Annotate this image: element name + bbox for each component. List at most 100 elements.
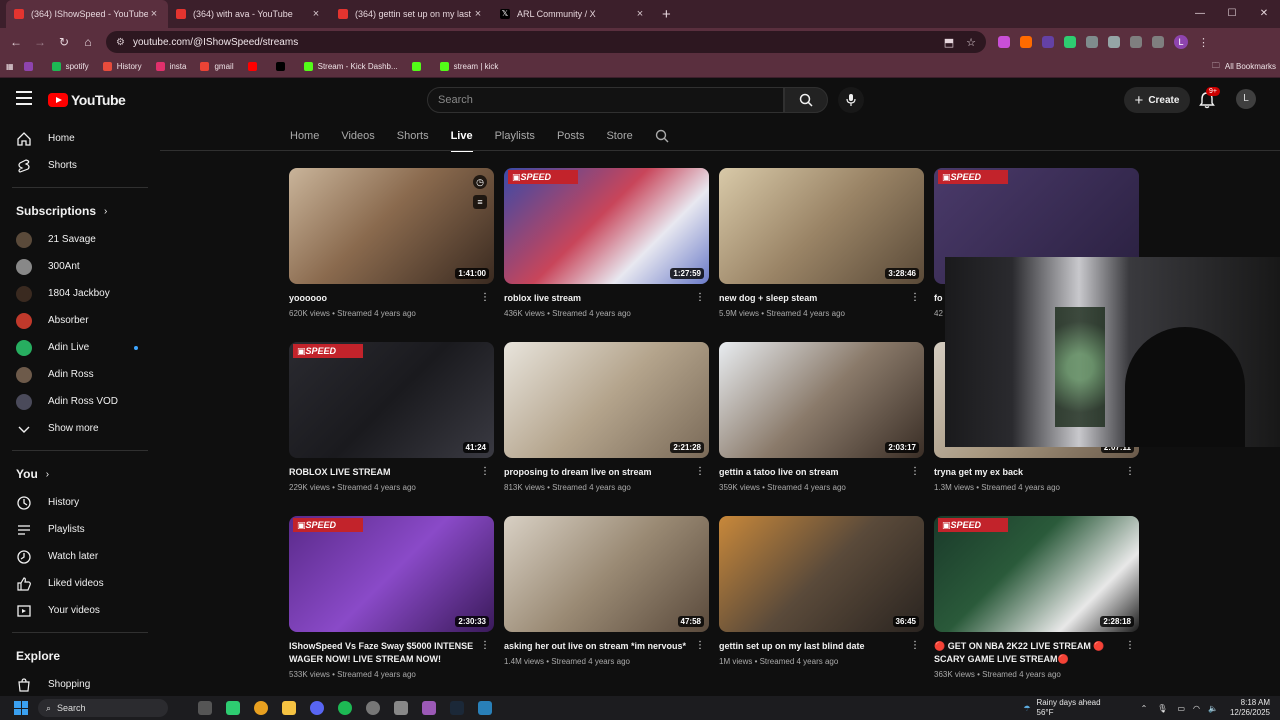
close-tab-icon[interactable]: × bbox=[310, 8, 322, 20]
tab-shorts[interactable]: Shorts bbox=[397, 121, 429, 151]
more-actions-icon[interactable]: ⋮ bbox=[695, 640, 705, 651]
microphone-tray-icon[interactable]: 🎙 bbox=[1157, 704, 1167, 713]
more-actions-icon[interactable]: ⋮ bbox=[1125, 640, 1135, 651]
bookmark-item[interactable]: Stream - Kick Dashb... bbox=[303, 62, 398, 71]
tab-playlists[interactable]: Playlists bbox=[495, 121, 535, 151]
video-card[interactable]: 2:03:17 gettin a tatoo live on stream 359K… bbox=[719, 342, 924, 492]
show-hidden-icons-icon[interactable]: ⌃ bbox=[1141, 704, 1148, 713]
puzzle-extensions-icon[interactable] bbox=[1108, 36, 1120, 48]
video-thumbnail[interactable]: ▣SPEED 1:27:59 bbox=[504, 168, 709, 284]
close-tab-icon[interactable]: × bbox=[634, 8, 646, 20]
forward-button[interactable]: → bbox=[28, 35, 52, 49]
bookmark-item[interactable]: spotify bbox=[51, 62, 89, 71]
more-actions-icon[interactable]: ⋮ bbox=[1125, 466, 1135, 477]
minimize-button[interactable]: — bbox=[1184, 0, 1216, 28]
tab-posts[interactable]: Posts bbox=[557, 121, 585, 151]
bookmark-item[interactable]: gmail bbox=[200, 62, 234, 71]
more-actions-icon[interactable]: ⋮ bbox=[480, 292, 490, 303]
browser-menu-icon[interactable]: ⋮ bbox=[1198, 36, 1209, 49]
video-card[interactable]: ▣SPEED 2:30:33 IShowSpeed Vs Faze Sway $50… bbox=[289, 516, 494, 679]
clock[interactable]: 8:18 AM 12/26/2025 bbox=[1230, 698, 1270, 718]
video-title[interactable]: 🔴 GET ON NBA 2K22 LIVE STREAM 🔴 SCARY GA… bbox=[934, 640, 1139, 666]
subscription-item[interactable]: 21 Savage bbox=[0, 226, 160, 253]
wifi-icon[interactable]: ◠ bbox=[1193, 704, 1200, 713]
sidebar-item-your-videos[interactable]: Your videos bbox=[0, 597, 160, 624]
game-icon[interactable] bbox=[422, 701, 436, 715]
more-actions-icon[interactable]: ⋮ bbox=[910, 292, 920, 303]
subscription-item[interactable]: Adin Ross bbox=[0, 361, 160, 388]
tab-store[interactable]: Store bbox=[606, 121, 632, 151]
more-actions-icon[interactable]: ⋮ bbox=[695, 466, 705, 477]
sidebar-item-liked-videos[interactable]: Liked videos bbox=[0, 570, 160, 597]
video-thumbnail[interactable]: 1:41:00 ◷ ≡ bbox=[289, 168, 494, 284]
subscription-item[interactable]: 300Ant bbox=[0, 253, 160, 280]
bookmark-item[interactable]: insta bbox=[155, 62, 186, 71]
video-card[interactable]: ▣SPEED 41:24 ROBLOX LIVE STREAM 229K views … bbox=[289, 342, 494, 492]
settings-icon[interactable] bbox=[394, 701, 408, 715]
maximize-button[interactable]: ☐ bbox=[1216, 0, 1248, 28]
sidebar-item-home[interactable]: Home bbox=[0, 125, 160, 152]
sidebar-item-watch-later[interactable]: Watch later bbox=[0, 543, 160, 570]
site-info-icon[interactable]: ⚙ bbox=[116, 37, 125, 48]
browser-tab[interactable]: (364) gettin set up on my last b × bbox=[330, 0, 492, 28]
install-app-icon[interactable]: ⬒ bbox=[944, 36, 954, 49]
reload-button[interactable]: ↻ bbox=[52, 35, 76, 49]
video-title[interactable]: tryna get my ex back bbox=[934, 466, 1139, 479]
video-thumbnail[interactable]: ▣SPEED 2:30:33 bbox=[289, 516, 494, 632]
discord-icon[interactable] bbox=[310, 701, 324, 715]
apps-grid-icon[interactable]: ▦ bbox=[6, 62, 14, 71]
close-tab-icon[interactable]: × bbox=[472, 8, 484, 20]
taskbar-search[interactable]: ⌕ Search bbox=[38, 699, 168, 717]
more-actions-icon[interactable]: ⋮ bbox=[910, 640, 920, 651]
all-bookmarks-button[interactable]: 🗀 All Bookmarks bbox=[1212, 60, 1276, 74]
youtube-logo[interactable]: YouTube bbox=[48, 92, 126, 108]
bookmark-item[interactable]: History bbox=[102, 62, 142, 71]
hamburger-menu-icon[interactable] bbox=[16, 91, 32, 107]
volume-icon[interactable]: 🔈 bbox=[1208, 704, 1218, 713]
video-title[interactable]: ROBLOX LIVE STREAM bbox=[289, 466, 494, 479]
video-title[interactable]: new dog + sleep steam bbox=[719, 292, 924, 305]
subscription-item[interactable]: Adin Live bbox=[0, 334, 160, 361]
new-tab-button[interactable]: + bbox=[662, 6, 671, 23]
video-thumbnail[interactable]: 36:45 bbox=[719, 516, 924, 632]
video-card[interactable]: 1:41:00 ◷ ≡ yoooooo 620K views • Streamed 4 … bbox=[289, 168, 494, 318]
channel-search-icon[interactable] bbox=[655, 121, 669, 151]
watch-later-icon[interactable]: ◷ bbox=[473, 175, 487, 189]
url-bar[interactable]: ⚙ youtube.com/@IShowSpeed/streams ⬒ ☆ bbox=[106, 31, 986, 53]
download-icon[interactable] bbox=[1152, 36, 1164, 48]
obs-icon[interactable] bbox=[366, 701, 380, 715]
video-thumbnail[interactable]: ▣SPEED 41:24 bbox=[289, 342, 494, 458]
bookmark-item[interactable] bbox=[275, 62, 290, 71]
video-thumbnail[interactable]: 2:21:28 bbox=[504, 342, 709, 458]
browser-tab[interactable]: (364) with ava - YouTube × bbox=[168, 0, 330, 28]
show-more-button[interactable]: Show more bbox=[0, 415, 160, 442]
video-title[interactable]: asking her out live on stream *im nervou… bbox=[504, 640, 709, 653]
extension-icon[interactable] bbox=[998, 36, 1010, 48]
subscription-item[interactable]: Adin Ross VOD bbox=[0, 388, 160, 415]
more-actions-icon[interactable]: ⋮ bbox=[480, 466, 490, 477]
video-title[interactable]: gettin set up on my last blind date bbox=[719, 640, 924, 653]
close-window-button[interactable]: ✕ bbox=[1248, 0, 1280, 28]
more-actions-icon[interactable]: ⋮ bbox=[695, 292, 705, 303]
steam-icon[interactable] bbox=[450, 701, 464, 715]
sidebar-item-shorts[interactable]: Shorts bbox=[0, 152, 160, 179]
video-title[interactable]: proposing to dream live on stream bbox=[504, 466, 709, 479]
side-panel-icon[interactable] bbox=[1130, 36, 1142, 48]
video-thumbnail[interactable]: 3:28:46 bbox=[719, 168, 924, 284]
extension-icon[interactable] bbox=[1020, 36, 1032, 48]
extension-icon[interactable] bbox=[1064, 36, 1076, 48]
subscription-item[interactable]: 1804 Jackboy bbox=[0, 280, 160, 307]
sidebar-item-history[interactable]: History bbox=[0, 489, 160, 516]
create-button[interactable]: + Create bbox=[1124, 87, 1190, 113]
chrome-icon[interactable] bbox=[254, 701, 268, 715]
sidebar-item-shopping[interactable]: Shopping bbox=[0, 671, 160, 696]
more-actions-icon[interactable]: ⋮ bbox=[910, 466, 920, 477]
browser-tab[interactable]: 𝕏 ARL Community / X × bbox=[492, 0, 654, 28]
twitch-extension-icon[interactable] bbox=[1042, 36, 1054, 48]
search-input[interactable] bbox=[428, 88, 783, 112]
add-to-queue-icon[interactable]: ≡ bbox=[473, 195, 487, 209]
tab-home[interactable]: Home bbox=[290, 121, 319, 151]
task-view-icon[interactable] bbox=[198, 701, 212, 715]
video-card[interactable]: ▣SPEED 1:27:59 roblox live stream 436K view… bbox=[504, 168, 709, 318]
voice-search-button[interactable] bbox=[838, 87, 864, 113]
